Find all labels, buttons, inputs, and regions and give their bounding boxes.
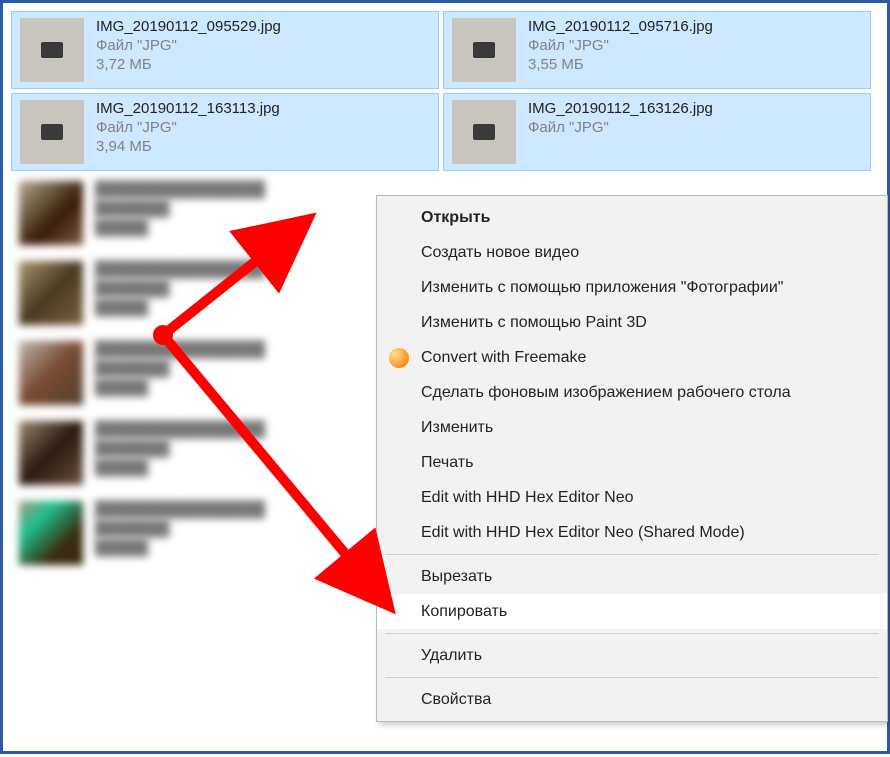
file-thumbnail-icon xyxy=(452,100,516,164)
menu-paint3d[interactable]: Изменить с помощью Paint 3D xyxy=(377,305,887,340)
file-item[interactable]: IMG_20190112_163126.jpg Файл "JPG" xyxy=(443,93,871,171)
file-info: ████████████████ ███████ █████ xyxy=(95,261,265,316)
file-info: ████████████████ ███████ █████ xyxy=(95,501,265,556)
menu-separator xyxy=(385,554,879,555)
file-name: ████████████████ xyxy=(95,181,265,198)
file-thumbnail-icon xyxy=(19,421,83,485)
file-type: Файл "JPG" xyxy=(528,119,713,136)
file-name: IMG_20190112_163126.jpg xyxy=(528,100,713,117)
file-info: IMG_20190112_163113.jpg Файл "JPG" 3,94 … xyxy=(96,100,280,155)
freemake-icon xyxy=(389,348,409,368)
file-info: ████████████████ ███████ █████ xyxy=(95,421,265,476)
file-info: IMG_20190112_163126.jpg Файл "JPG" xyxy=(528,100,713,136)
menu-separator xyxy=(385,633,879,634)
menu-delete[interactable]: Удалить xyxy=(377,638,887,673)
file-size: █████ xyxy=(95,539,265,556)
file-name: ████████████████ xyxy=(95,501,265,518)
file-size: █████ xyxy=(95,459,265,476)
file-item[interactable]: IMG_20190112_095529.jpg Файл "JPG" 3,72 … xyxy=(11,11,439,89)
file-thumbnail-icon xyxy=(19,341,83,405)
file-type: Файл "JPG" xyxy=(96,37,281,54)
file-type: Файл "JPG" xyxy=(96,119,280,136)
file-name: IMG_20190112_095716.jpg xyxy=(528,18,713,35)
file-thumbnail-icon xyxy=(19,261,83,325)
file-info: IMG_20190112_095529.jpg Файл "JPG" 3,72 … xyxy=(96,18,281,73)
file-info: IMG_20190112_095716.jpg Файл "JPG" 3,55 … xyxy=(528,18,713,73)
file-info: ████████████████ ███████ █████ xyxy=(95,181,265,236)
context-menu: Открыть Создать новое видео Изменить с п… xyxy=(376,195,888,722)
menu-label: Convert with Freemake xyxy=(421,349,586,367)
file-name: ████████████████ xyxy=(95,261,265,278)
file-type: Файл "JPG" xyxy=(528,37,713,54)
menu-freemake[interactable]: Convert with Freemake xyxy=(377,340,887,375)
file-thumbnail-icon xyxy=(19,501,83,565)
file-size: 3,94 МБ xyxy=(96,138,280,155)
file-item-obscured[interactable]: ████████████████ ███████ █████ xyxy=(11,495,439,571)
file-item-obscured[interactable]: ████████████████ ███████ █████ xyxy=(11,175,439,251)
file-type: ███████ xyxy=(95,520,265,537)
file-type: ███████ xyxy=(95,280,265,297)
menu-hex2[interactable]: Edit with HHD Hex Editor Neo (Shared Mod… xyxy=(377,515,887,550)
file-thumbnail-icon xyxy=(20,18,84,82)
file-type: ███████ xyxy=(95,200,265,217)
file-item-obscured[interactable]: ████████████████ ███████ █████ xyxy=(11,255,439,331)
menu-copy[interactable]: Копировать xyxy=(377,594,887,629)
file-size: █████ xyxy=(95,299,265,316)
menu-photos-edit[interactable]: Изменить с помощью приложения "Фотографи… xyxy=(377,270,887,305)
file-thumbnail-icon xyxy=(19,181,83,245)
file-item-obscured[interactable]: ████████████████ ███████ █████ xyxy=(11,415,439,491)
menu-new-video[interactable]: Создать новое видео xyxy=(377,235,887,270)
menu-open[interactable]: Открыть xyxy=(377,200,887,235)
file-size: 3,55 МБ xyxy=(528,56,713,73)
file-size: 3,72 МБ xyxy=(96,56,281,73)
file-name: IMG_20190112_095529.jpg xyxy=(96,18,281,35)
file-item[interactable]: IMG_20190112_095716.jpg Файл "JPG" 3,55 … xyxy=(443,11,871,89)
menu-separator xyxy=(385,677,879,678)
menu-properties[interactable]: Свойства xyxy=(377,682,887,717)
file-name: ████████████████ xyxy=(95,341,265,358)
file-item[interactable]: IMG_20190112_163113.jpg Файл "JPG" 3,94 … xyxy=(11,93,439,171)
menu-print[interactable]: Печать xyxy=(377,445,887,480)
file-thumbnail-icon xyxy=(452,18,516,82)
menu-hex1[interactable]: Edit with HHD Hex Editor Neo xyxy=(377,480,887,515)
file-name: IMG_20190112_163113.jpg xyxy=(96,100,280,117)
file-thumbnail-icon xyxy=(20,100,84,164)
menu-cut[interactable]: Вырезать xyxy=(377,559,887,594)
file-info: ████████████████ ███████ █████ xyxy=(95,341,265,396)
menu-set-wallpaper[interactable]: Сделать фоновым изображением рабочего ст… xyxy=(377,375,887,410)
file-size: █████ xyxy=(95,379,265,396)
file-type: ███████ xyxy=(95,440,265,457)
file-size: █████ xyxy=(95,219,265,236)
file-item-obscured[interactable]: ████████████████ ███████ █████ xyxy=(11,335,439,411)
file-name: ████████████████ xyxy=(95,421,265,438)
menu-edit[interactable]: Изменить xyxy=(377,410,887,445)
file-type: ███████ xyxy=(95,360,265,377)
